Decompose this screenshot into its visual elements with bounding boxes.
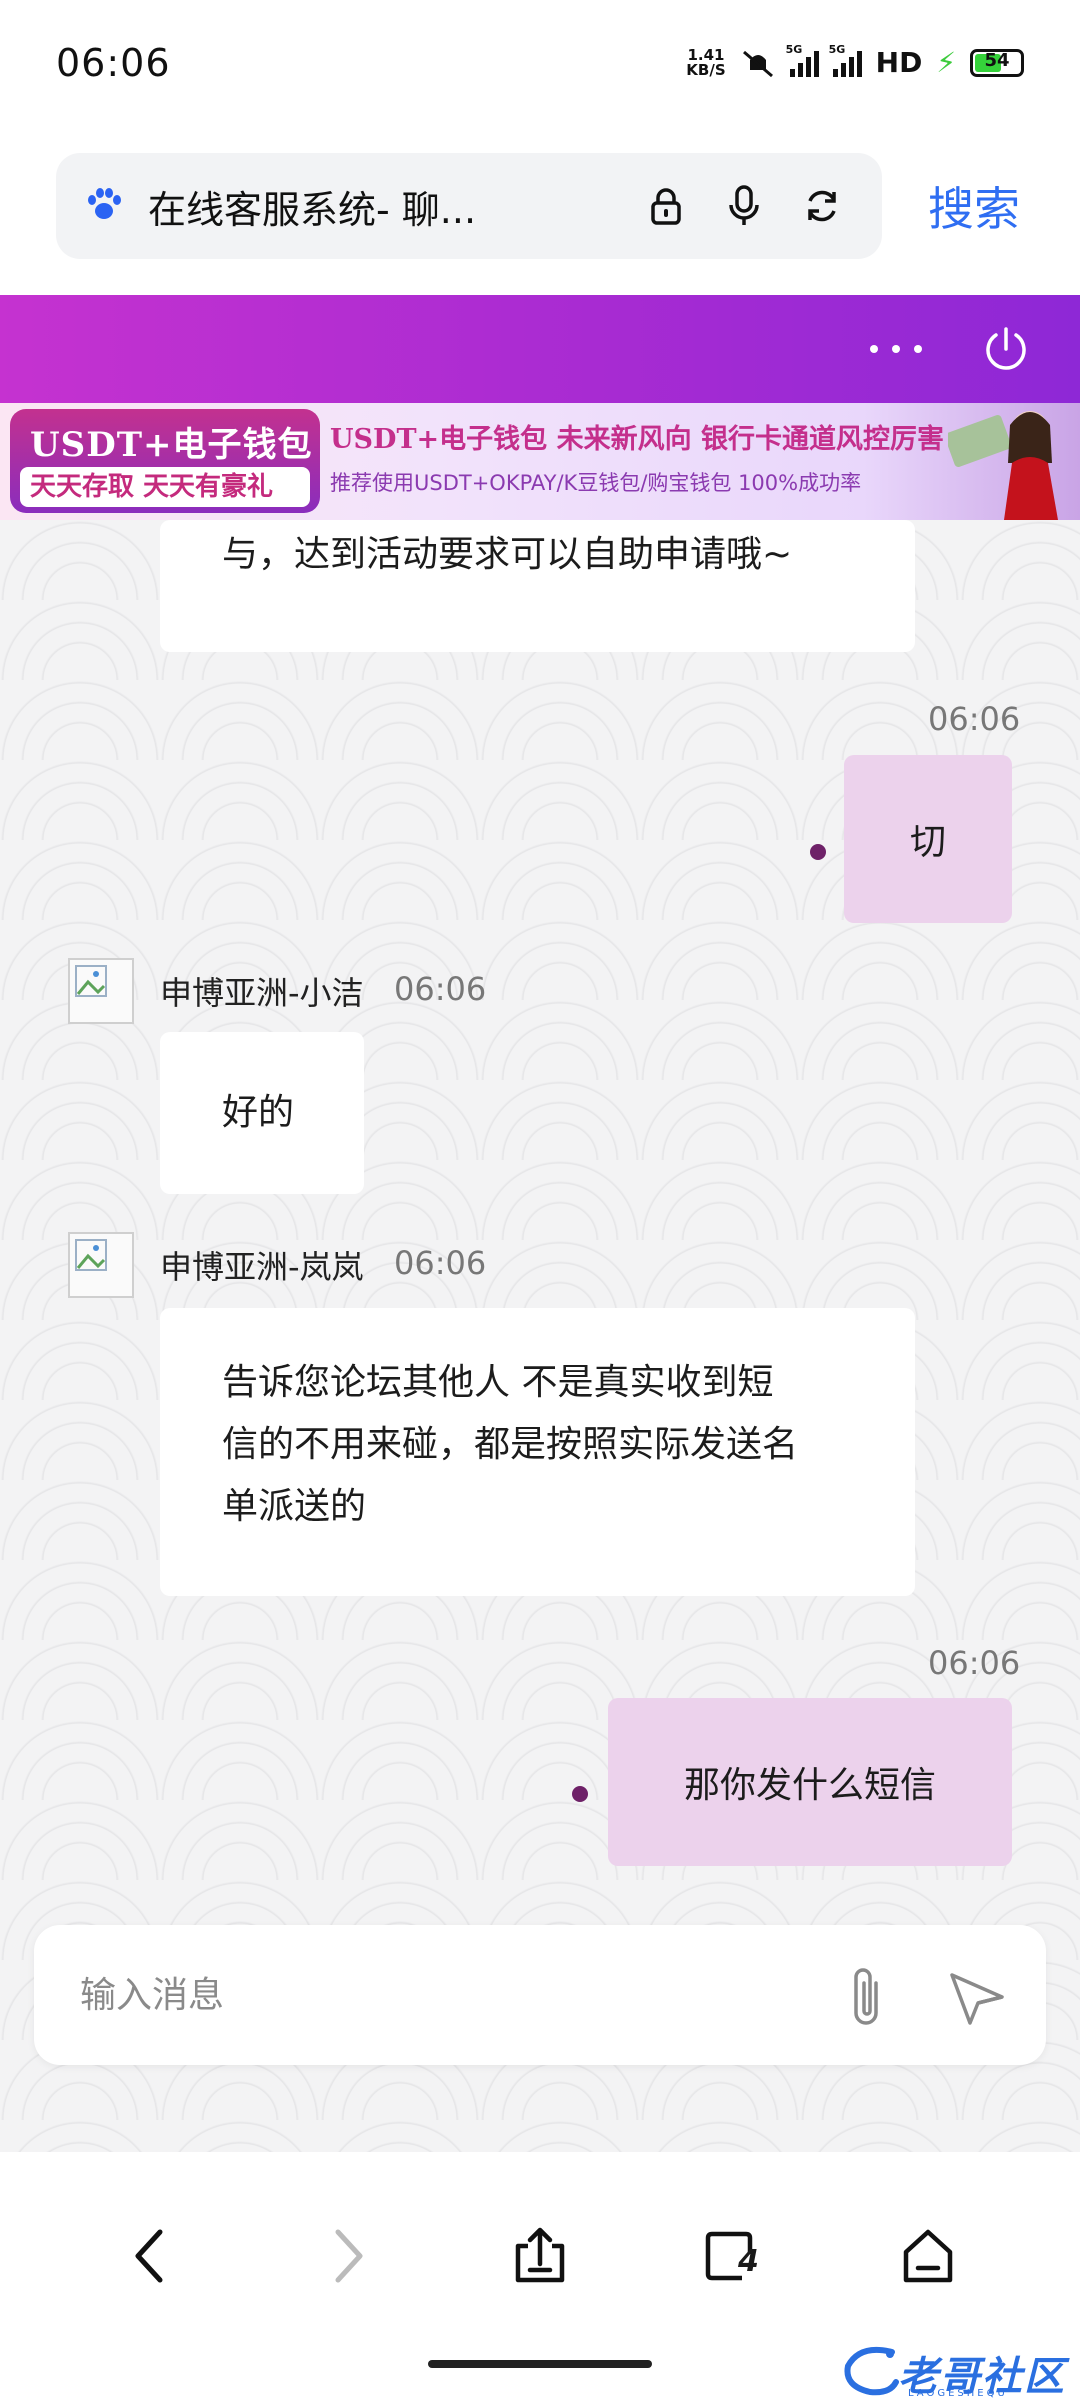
chevron-left-icon <box>135 2229 163 2283</box>
ad-badge: USDT+电子钱包 天天存取 天天有豪礼 <box>10 409 320 513</box>
unread-dot <box>572 1786 588 1802</box>
more-dot <box>870 345 878 353</box>
attachment-button[interactable] <box>836 1961 900 2031</box>
back-button[interactable] <box>110 2216 190 2296</box>
ad-badge-sub: 天天存取 天天有豪礼 <box>20 467 310 507</box>
tab-count: 4 <box>738 2244 759 2279</box>
message-time: 06:06 <box>928 1644 1021 1682</box>
mute-vibrate-icon <box>742 50 773 77</box>
message-text: 与，达到活动要求可以自助申请哦~ <box>222 534 793 575</box>
forward-button[interactable] <box>308 2216 388 2296</box>
message-line: 信的不用来碰，都是按照实际发送名 <box>222 1424 799 1465</box>
more-options-button[interactable] <box>870 325 922 373</box>
unread-dot <box>810 844 826 860</box>
incoming-message-bubble: 告诉您论坛其他人 不是真实收到短 信的不用来碰，都是按照实际发送名 单派送的 <box>160 1308 915 1596</box>
ad-subline: 推荐使用USDT+OKPAY/K豆钱包/购宝钱包 100%成功率 <box>330 471 862 495</box>
home-button[interactable] <box>888 2216 968 2296</box>
sender-name: 申博亚洲-岚岚 <box>160 1248 364 1286</box>
hd-label: HD <box>875 46 923 79</box>
chat-header <box>0 295 1080 403</box>
page-title: 在线客服系统- 聊... <box>148 187 477 232</box>
network-speed: 1.41 KB/S <box>686 47 726 79</box>
ad-banner[interactable]: USDT+电子钱包 天天存取 天天有豪礼 USDT+电子钱包 未来新风向 银行卡… <box>0 403 1080 520</box>
share-button[interactable] <box>500 2216 580 2296</box>
home-indicator[interactable] <box>428 2360 652 2368</box>
power-icon <box>986 327 1026 370</box>
outgoing-message-bubble: 切 <box>844 755 1012 923</box>
paperclip-icon <box>854 1968 878 2025</box>
status-time: 06:06 <box>56 40 171 85</box>
message-line: 单派送的 <box>222 1486 367 1527</box>
incoming-message-bubble: 好的 <box>160 1032 364 1194</box>
signal-icon-2: 5G <box>829 43 862 77</box>
watermark-sub: LAOGESHEQU <box>908 2388 1008 2399</box>
baidu-paw-icon <box>86 188 122 224</box>
lock-icon[interactable] <box>636 187 696 225</box>
watermark-dragon-icon <box>844 2346 899 2396</box>
address-bar[interactable]: 在线客服系统- 聊... <box>56 153 882 259</box>
message-time: 06:06 <box>394 970 487 1008</box>
status-bar: 06:06 1.41 KB/S 5G 5G HD ⚡ 54 <box>0 0 1080 125</box>
ad-headline: USDT+电子钱包 未来新风向 银行卡通道风控厉害 <box>330 424 944 455</box>
battery-icon: 54 <box>970 48 1024 77</box>
message-input[interactable] <box>80 1965 780 2025</box>
home-icon <box>903 2229 953 2283</box>
search-button[interactable]: 搜索 <box>928 173 1020 239</box>
network-speed-unit: KB/S <box>686 60 726 79</box>
chat-messages[interactable]: 与，达到活动要求可以自助申请哦~ 06:06 切 申博亚洲-小洁 06:06 好… <box>0 520 1080 2152</box>
message-line: 告诉您论坛其他人 不是真实收到短 <box>222 1362 774 1403</box>
charging-icon: ⚡ <box>936 46 956 79</box>
watermark-logo: 老哥社区 LAOGESHEQU <box>840 2342 1072 2400</box>
more-dot <box>914 345 922 353</box>
outgoing-message-bubble: 那你发什么短信 <box>608 1698 1012 1866</box>
share-icon <box>515 2227 565 2283</box>
more-dot <box>892 345 900 353</box>
avatar[interactable] <box>68 1232 134 1298</box>
signal-icon-1: 5G <box>786 43 819 77</box>
message-time: 06:06 <box>394 1244 487 1282</box>
send-icon <box>950 1973 1004 2025</box>
chevron-right-icon <box>335 2229 363 2283</box>
battery-level: 54 <box>984 49 1010 71</box>
message-text: 好的 <box>222 1092 295 1133</box>
tabs-button[interactable]: 4 <box>694 2216 774 2296</box>
send-button[interactable] <box>942 1961 1012 2031</box>
power-button[interactable] <box>980 323 1032 375</box>
status-icons: 1.41 KB/S 5G 5G HD ⚡ 54 <box>686 43 1024 79</box>
ad-model-image <box>948 411 1058 520</box>
message-time: 06:06 <box>928 700 1021 738</box>
message-text: 切 <box>909 822 946 863</box>
message-text: 那你发什么短信 <box>683 1765 936 1806</box>
avatar[interactable] <box>68 958 134 1024</box>
sender-name: 申博亚洲-小洁 <box>160 974 364 1012</box>
microphone-icon[interactable] <box>714 185 774 227</box>
signal-tag: 5G <box>785 42 803 56</box>
message-composer <box>34 1925 1046 2065</box>
signal-tag-2: 5G <box>828 42 846 56</box>
ad-badge-title: USDT+电子钱包 <box>30 425 313 465</box>
refresh-icon[interactable] <box>792 187 852 225</box>
browser-address-row: 在线客服系统- 聊... 搜索 <box>0 125 1080 295</box>
incoming-message-bubble: 与，达到活动要求可以自助申请哦~ <box>160 520 915 652</box>
